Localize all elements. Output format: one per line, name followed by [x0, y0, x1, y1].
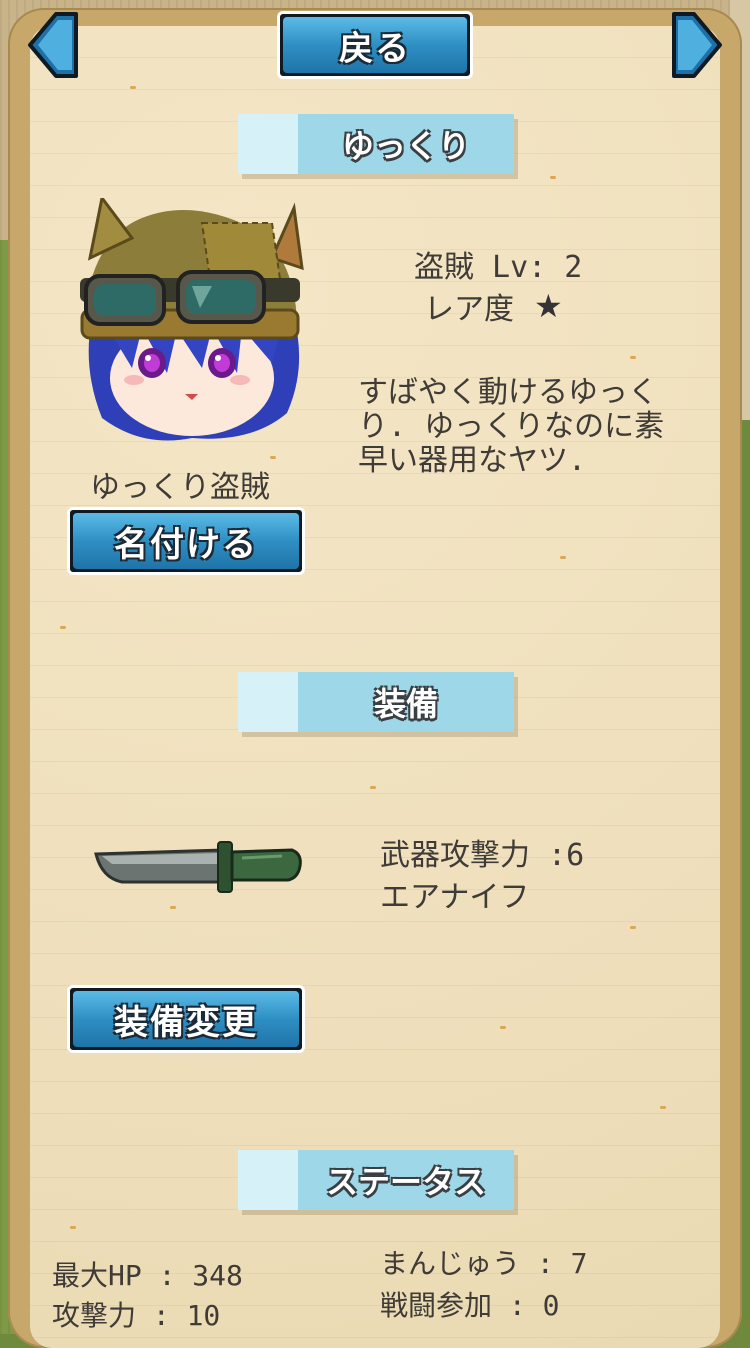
character-header-label: ゆっくり	[341, 127, 470, 165]
back-button[interactable]: 戻る	[277, 11, 473, 79]
weapon-attack-text: 武器攻撃力 :6	[380, 838, 585, 873]
status-section-header: ステータス	[238, 1150, 514, 1210]
weapon-name-text: エアナイフ	[380, 880, 530, 915]
star-icon: ★	[534, 287, 563, 325]
yukkuri-thief-portrait	[80, 198, 304, 441]
back-button-label: 戻る	[283, 17, 467, 73]
change-equipment-button-label: 装備変更	[73, 991, 299, 1047]
left-arrow-icon	[28, 12, 78, 78]
description-line-2: り. ゆっくりなのに素	[358, 409, 665, 444]
max-hp-text: 最大HP : 348	[52, 1259, 243, 1292]
character-name: ゆっくり盗賊	[90, 470, 270, 505]
right-arrow-icon	[672, 12, 722, 78]
status-header-label: ステータス	[325, 1163, 486, 1201]
description-line-3: 早い器用なヤツ.	[358, 443, 587, 478]
attack-text: 攻撃力 : 10	[52, 1299, 221, 1332]
prev-arrow-button[interactable]	[26, 10, 80, 80]
character-section-header: ゆっくり	[238, 114, 514, 174]
rarity-label: レア度	[424, 292, 514, 327]
equipment-section-header: 装備	[238, 672, 514, 732]
rarity-row: レア度 ★	[424, 284, 563, 328]
next-arrow-button[interactable]	[670, 10, 724, 80]
change-equipment-button[interactable]: 装備変更	[67, 985, 305, 1053]
class-level-text: 盗賊 Lv: 2	[414, 250, 583, 285]
air-knife-icon	[94, 841, 302, 893]
battles-text: 戦闘参加 : 0	[380, 1289, 560, 1322]
rename-button-label: 名付ける	[73, 513, 299, 569]
manju-text: まんじゅう : 7	[380, 1247, 588, 1280]
rename-button[interactable]: 名付ける	[67, 507, 305, 575]
description-line-1: すばやく動けるゆっく	[358, 375, 658, 410]
equipment-header-label: 装備	[373, 685, 438, 723]
